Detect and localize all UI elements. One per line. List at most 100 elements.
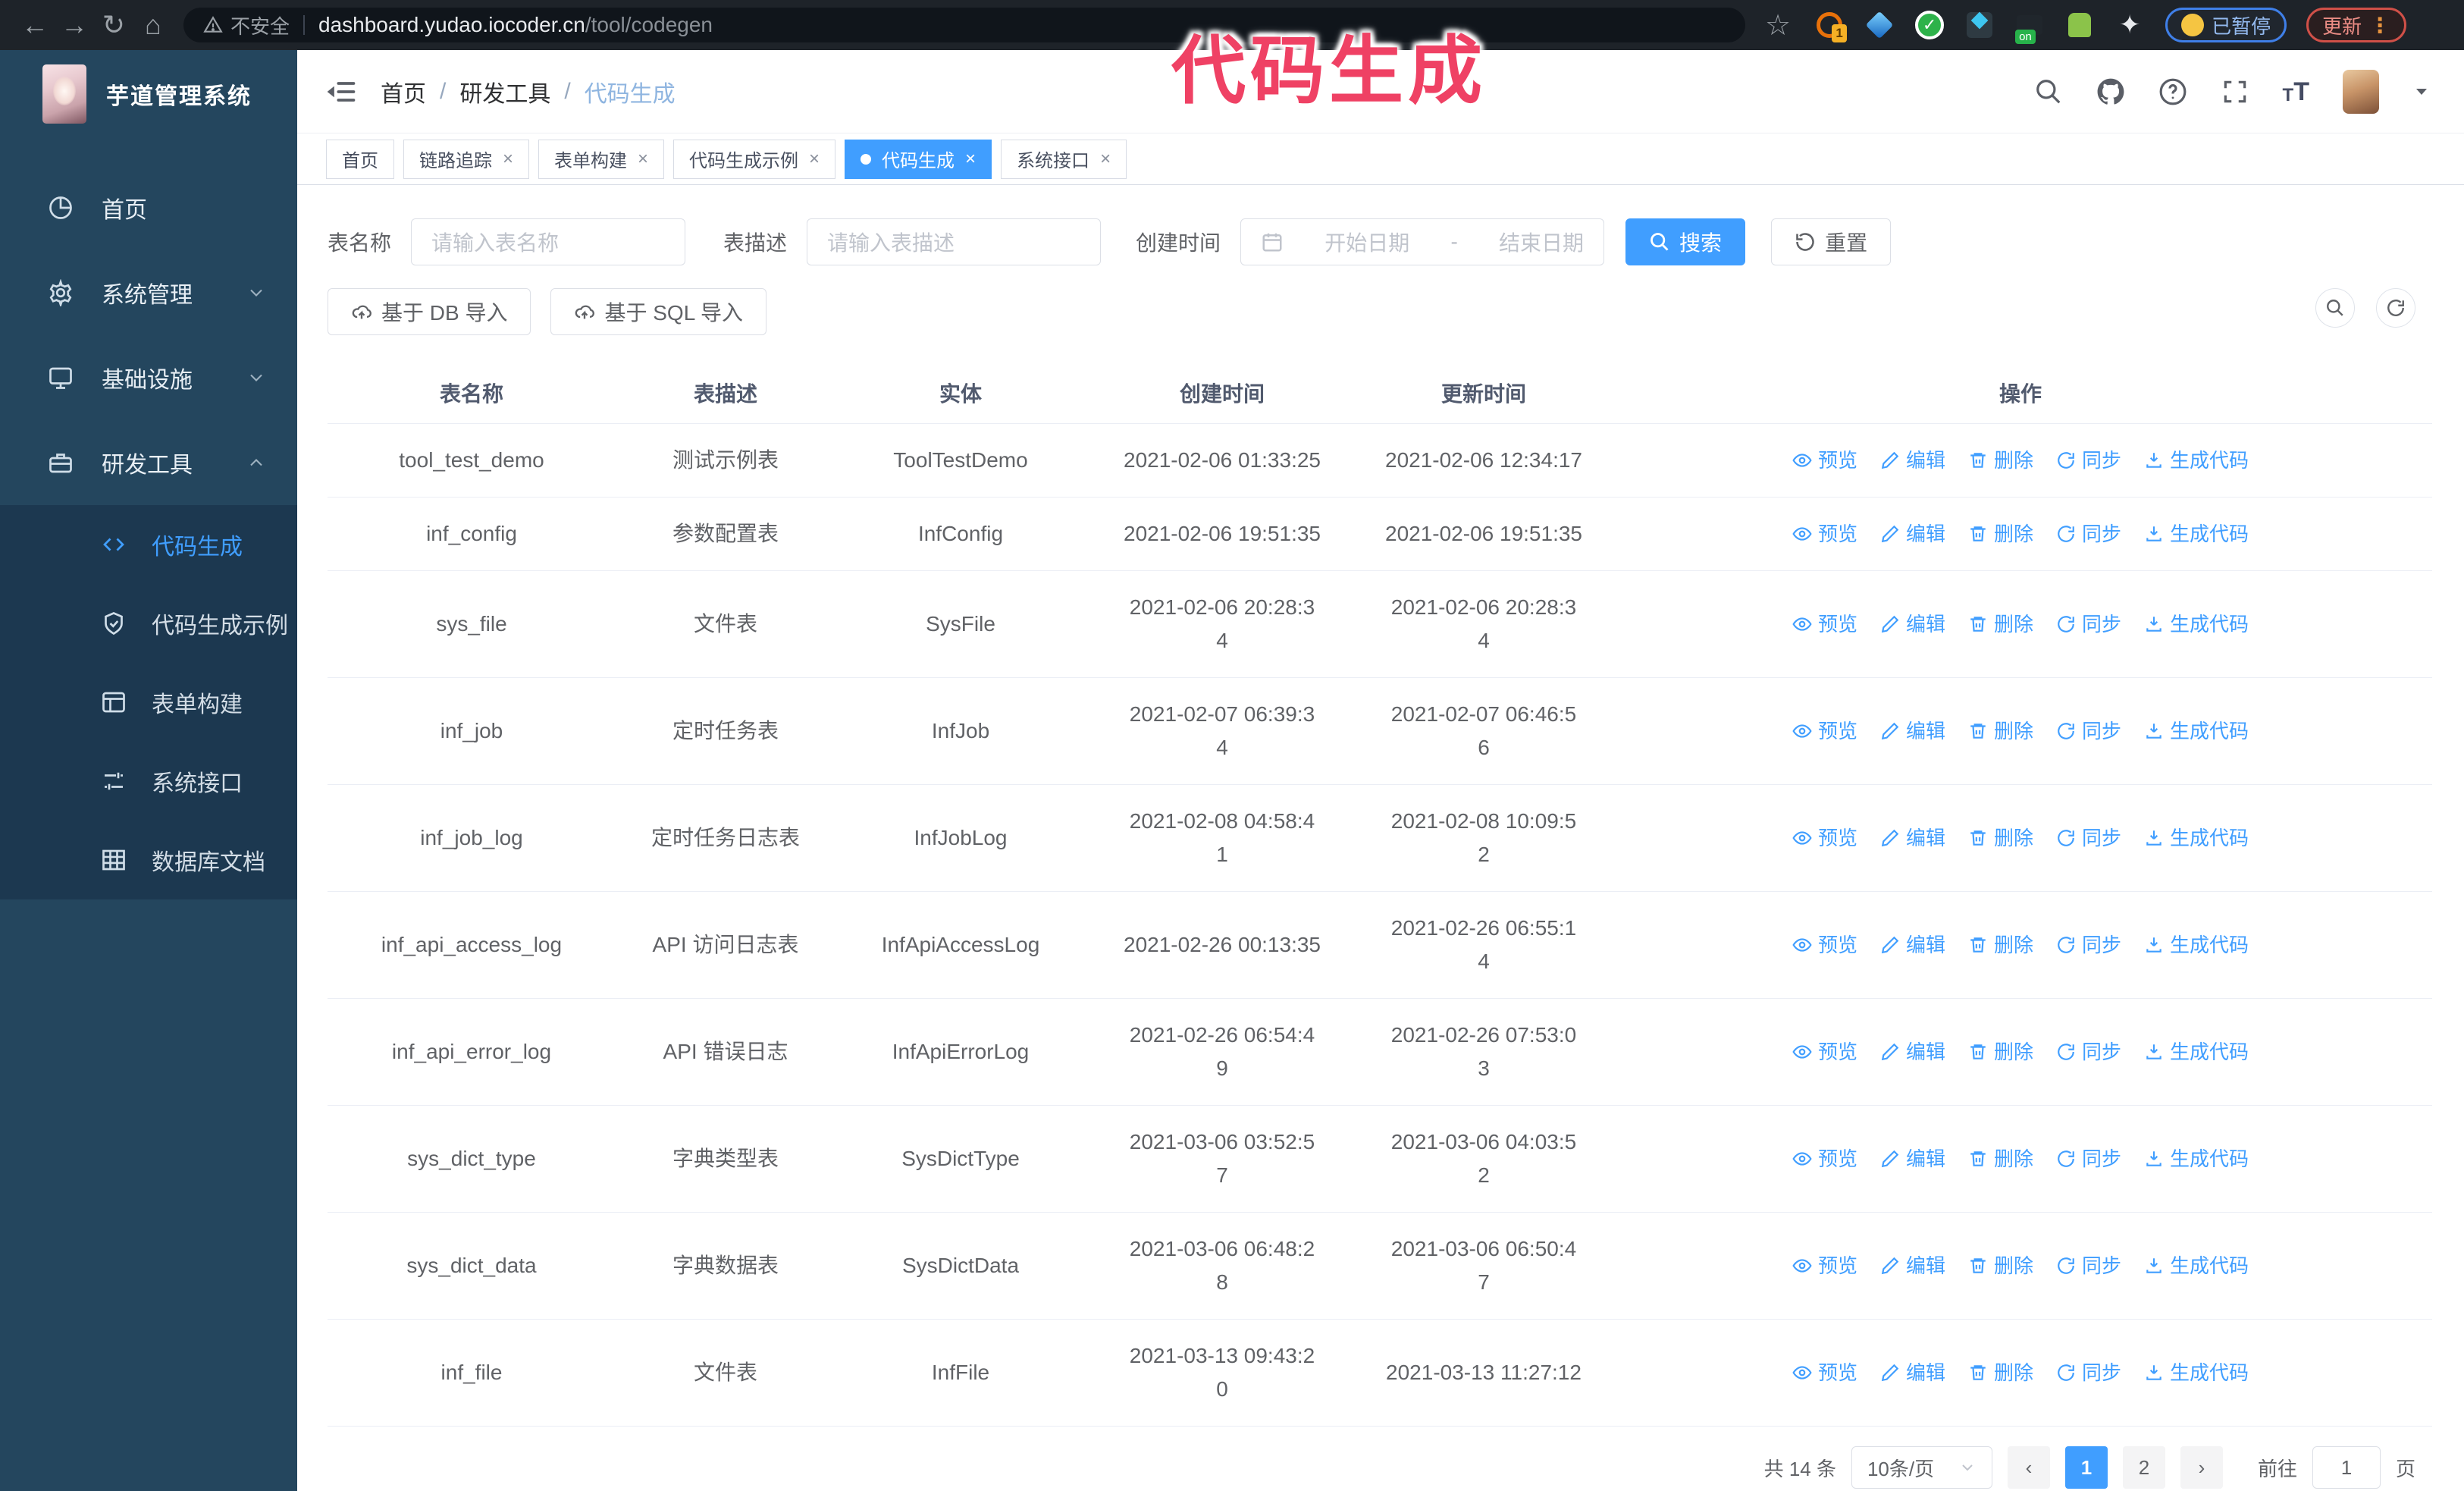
action-delete[interactable]: 删除	[1968, 714, 2033, 748]
caret-down-icon[interactable]	[2412, 83, 2431, 101]
font-size-icon[interactable]: TT	[2283, 79, 2309, 105]
tab-0[interactable]: 首页	[326, 139, 394, 179]
action-delete[interactable]: 删除	[1968, 1249, 2033, 1282]
action-download[interactable]: 生成代码	[2144, 444, 2249, 477]
sidebar-item-3[interactable]: 研发工具	[0, 420, 297, 505]
action-edit[interactable]: 编辑	[1880, 1249, 1945, 1282]
close-icon[interactable]: ×	[1100, 149, 1111, 170]
tab-1[interactable]: 链路追踪 ×	[403, 139, 530, 179]
breadcrumb-tools[interactable]: 研发工具	[459, 75, 550, 108]
close-icon[interactable]: ×	[638, 149, 648, 170]
extension-icon-gem[interactable]	[1864, 9, 1895, 41]
browser-reload-icon[interactable]: ↻	[94, 9, 133, 41]
goto-page-input[interactable]: 1	[2312, 1446, 2381, 1489]
extension-icon-orange[interactable]: 1	[1814, 9, 1848, 42]
github-icon[interactable]	[2096, 77, 2125, 106]
action-delete[interactable]: 删除	[1968, 1035, 2033, 1069]
prev-page-button[interactable]: ‹	[2007, 1446, 2050, 1489]
sidebar-item-1[interactable]: 系统管理	[0, 250, 297, 335]
toggle-search-button[interactable]	[2315, 288, 2355, 328]
action-sync[interactable]: 同步	[2056, 444, 2121, 477]
sidebar-subitem-3-3[interactable]: 系统接口	[0, 742, 297, 821]
reset-button[interactable]: 重置	[1771, 218, 1892, 265]
sidebar-subitem-3-1[interactable]: 代码生成示例	[0, 584, 297, 663]
action-eye[interactable]: 预览	[1792, 1249, 1857, 1282]
action-delete[interactable]: 删除	[1968, 444, 2033, 477]
action-eye[interactable]: 预览	[1792, 1035, 1857, 1069]
browser-home-icon[interactable]: ⌂	[133, 9, 173, 41]
tab-4[interactable]: 代码生成 ×	[845, 139, 992, 179]
sidebar-fold-icon[interactable]	[324, 75, 358, 108]
browser-forward-icon[interactable]: →	[55, 9, 94, 41]
action-sync[interactable]: 同步	[2056, 1142, 2121, 1176]
sidebar-subitem-3-4[interactable]: 数据库文档	[0, 821, 297, 899]
tab-5[interactable]: 系统接口 ×	[1001, 139, 1127, 179]
action-download[interactable]: 生成代码	[2144, 1035, 2249, 1069]
action-delete[interactable]: 删除	[1968, 821, 2033, 855]
action-delete[interactable]: 删除	[1968, 1142, 2033, 1176]
bookmark-star-icon[interactable]: ☆	[1765, 8, 1791, 42]
action-edit[interactable]: 编辑	[1880, 928, 1945, 962]
header-search-icon[interactable]	[2034, 77, 2063, 106]
tab-3[interactable]: 代码生成示例 ×	[673, 139, 836, 179]
action-eye[interactable]: 预览	[1792, 1142, 1857, 1176]
action-delete[interactable]: 删除	[1968, 517, 2033, 551]
close-icon[interactable]: ×	[503, 149, 513, 170]
action-delete[interactable]: 删除	[1968, 928, 2033, 962]
db-import-button[interactable]: 基于 DB 导入	[328, 288, 531, 335]
action-eye[interactable]: 预览	[1792, 444, 1857, 477]
action-sync[interactable]: 同步	[2056, 1035, 2121, 1069]
tab-2[interactable]: 表单构建 ×	[538, 139, 665, 179]
extension-icon-check[interactable]: ✓	[1914, 9, 1945, 41]
address-bar[interactable]: 不安全 dashboard.yudao.iocoder.cn /tool/cod…	[183, 8, 1745, 42]
table-name-input[interactable]: 请输入表名称	[411, 218, 686, 265]
page-button-1[interactable]: 1	[2064, 1446, 2108, 1489]
user-avatar[interactable]	[2343, 69, 2379, 114]
date-range-picker[interactable]: 开始日期 - 结束日期	[1240, 218, 1605, 265]
action-sync[interactable]: 同步	[2056, 714, 2121, 748]
fullscreen-icon[interactable]	[2221, 77, 2249, 106]
extension-icon-on-badge[interactable]	[2014, 9, 2045, 44]
sql-import-button[interactable]: 基于 SQL 导入	[550, 288, 767, 335]
action-sync[interactable]: 同步	[2056, 517, 2121, 551]
browser-back-icon[interactable]: ←	[15, 9, 55, 41]
action-download[interactable]: 生成代码	[2144, 1142, 2249, 1176]
action-download[interactable]: 生成代码	[2144, 517, 2249, 551]
close-icon[interactable]: ×	[809, 149, 820, 170]
refresh-table-button[interactable]	[2376, 288, 2415, 328]
action-edit[interactable]: 编辑	[1880, 607, 1945, 641]
action-eye[interactable]: 预览	[1792, 517, 1857, 551]
action-delete[interactable]: 删除	[1968, 1356, 2033, 1389]
table-desc-input[interactable]: 请输入表描述	[807, 218, 1102, 265]
action-download[interactable]: 生成代码	[2144, 1356, 2249, 1389]
sidebar-item-2[interactable]: 基础设施	[0, 335, 297, 420]
action-download[interactable]: 生成代码	[2144, 607, 2249, 641]
help-icon[interactable]	[2158, 77, 2187, 106]
action-sync[interactable]: 同步	[2056, 928, 2121, 962]
action-sync[interactable]: 同步	[2056, 607, 2121, 641]
action-sync[interactable]: 同步	[2056, 1249, 2121, 1282]
next-page-button[interactable]: ›	[2180, 1446, 2223, 1489]
action-download[interactable]: 生成代码	[2144, 928, 2249, 962]
app-logo-row[interactable]: 芋道管理系统	[0, 50, 297, 138]
browser-update-button[interactable]: 更新 ⋮	[2306, 8, 2407, 42]
search-button[interactable]: 搜索	[1625, 218, 1746, 265]
action-edit[interactable]: 编辑	[1880, 821, 1945, 855]
action-edit[interactable]: 编辑	[1880, 444, 1945, 477]
paused-extension-button[interactable]: 已暂停	[2165, 8, 2287, 42]
page-size-select[interactable]: 10条/页	[1851, 1446, 1992, 1489]
close-icon[interactable]: ×	[965, 149, 976, 170]
action-eye[interactable]: 预览	[1792, 928, 1857, 962]
action-edit[interactable]: 编辑	[1880, 1356, 1945, 1389]
action-delete[interactable]: 删除	[1968, 607, 2033, 641]
extension-icon-robot[interactable]	[2064, 9, 2096, 41]
action-edit[interactable]: 编辑	[1880, 1035, 1945, 1069]
action-download[interactable]: 生成代码	[2144, 714, 2249, 748]
action-eye[interactable]: 预览	[1792, 714, 1857, 748]
extension-icon-grid[interactable]	[1964, 9, 1995, 41]
action-edit[interactable]: 编辑	[1880, 1142, 1945, 1176]
action-eye[interactable]: 预览	[1792, 821, 1857, 855]
action-sync[interactable]: 同步	[2056, 821, 2121, 855]
extensions-puzzle-icon[interactable]: ✦	[2114, 9, 2146, 41]
sidebar-subitem-3-2[interactable]: 表单构建	[0, 663, 297, 742]
